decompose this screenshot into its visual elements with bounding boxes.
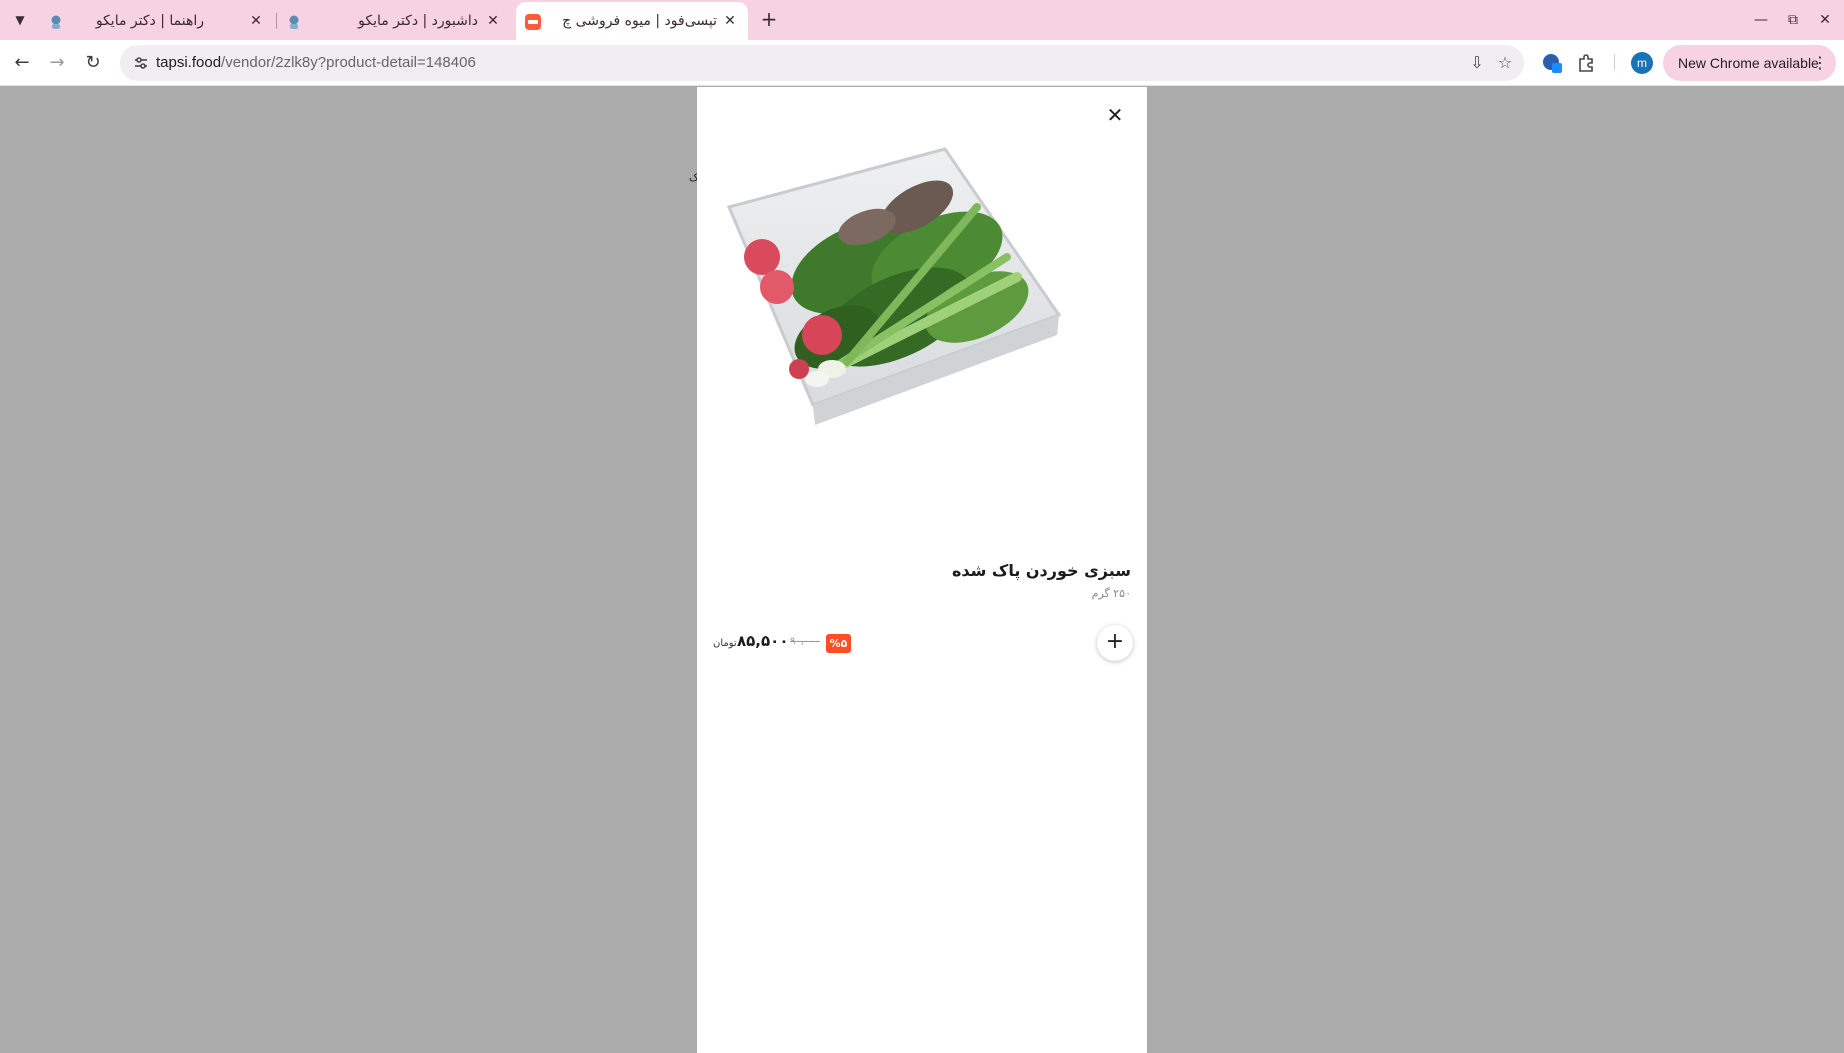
tab-search-button[interactable]: ▼: [8, 8, 32, 32]
chrome-update-button[interactable]: New Chrome available ⋮: [1663, 45, 1836, 81]
restore-icon[interactable]: ⧉: [1783, 10, 1803, 30]
new-tab-button[interactable]: +: [758, 9, 780, 31]
chevron-down-icon: ▼: [15, 13, 25, 27]
tab-divider: [276, 13, 277, 29]
url-host: tapsi.food: [156, 54, 222, 71]
tab-title: تپسی‌فود | میوه فروشی چ: [562, 13, 717, 29]
extensions-puzzle-icon[interactable]: [1576, 52, 1598, 74]
profile-avatar[interactable]: m: [1631, 52, 1653, 74]
tab-strip: ▼ راهنما | دکتر مایکو ✕ داشبورد | دکتر م…: [0, 0, 1844, 40]
browser-toolbar: ← → ↻ tapsi.food/vendor/2zlk8y?product-d…: [0, 40, 1844, 86]
close-icon[interactable]: ✕: [1103, 103, 1127, 127]
doctor-icon: [289, 15, 299, 29]
site-settings-icon[interactable]: [132, 54, 150, 72]
new-price: ۸۵,۵۰۰: [737, 632, 789, 650]
forward-icon[interactable]: →: [45, 51, 69, 75]
doctor-icon: [51, 15, 61, 29]
tab-guide[interactable]: راهنما | دکتر مایکو ✕: [42, 2, 272, 40]
discount-badge: %۵: [826, 634, 851, 653]
bookmark-star-icon[interactable]: ☆: [1495, 53, 1515, 73]
old-price: ۹۰,۰۰۰: [790, 636, 821, 647]
update-label: New Chrome available: [1678, 55, 1819, 71]
tapsi-food-icon: [525, 14, 541, 30]
close-tab-icon[interactable]: ✕: [247, 12, 265, 30]
back-icon[interactable]: ←: [10, 51, 34, 75]
product-detail-modal: ✕ سبزی خوردن پاک شده ۲۵۰ گرم + %۵ ۹۰,۰۰۰…: [697, 87, 1147, 1053]
reload-icon[interactable]: ↻: [81, 51, 105, 75]
tab-dashboard[interactable]: داشبورد | دکتر مایکو ✕: [280, 2, 510, 40]
tab-title: داشبورد | دکتر مایکو: [358, 13, 478, 29]
window-close-icon[interactable]: ✕: [1815, 10, 1835, 30]
install-app-icon[interactable]: ⇩: [1467, 53, 1487, 73]
tab-title: راهنما | دکتر مایکو: [95, 13, 204, 29]
extension-app-icon[interactable]: [1541, 52, 1563, 74]
plus-icon: +: [1105, 629, 1125, 654]
page-overlay[interactable]: ک ✕ سبزی خوردن پاک شده ۲۵۰ گرم + %۵ ۹۰,۰…: [0, 87, 1844, 1053]
add-to-cart-button[interactable]: +: [1097, 625, 1133, 661]
product-image: [726, 147, 1062, 425]
product-name: سبزی خوردن پاک شده: [951, 561, 1131, 580]
kebab-menu-icon[interactable]: ⋮: [1812, 53, 1828, 72]
currency-label: تومان: [713, 638, 737, 649]
toolbar-divider: [1614, 54, 1615, 70]
close-tab-icon[interactable]: ✕: [721, 12, 739, 30]
tab-tapsi-food[interactable]: تپسی‌فود | میوه فروشی چ ✕: [516, 2, 748, 40]
minimize-icon[interactable]: —: [1751, 10, 1771, 30]
close-tab-icon[interactable]: ✕: [484, 12, 502, 30]
product-weight: ۲۵۰ گرم: [1091, 587, 1131, 600]
url-path: /vendor/2zlk8y?product-detail=148406: [221, 54, 476, 71]
address-bar[interactable]: tapsi.food/vendor/2zlk8y?product-detail=…: [120, 45, 1524, 81]
url-text: tapsi.food/vendor/2zlk8y?product-detail=…: [156, 54, 476, 71]
